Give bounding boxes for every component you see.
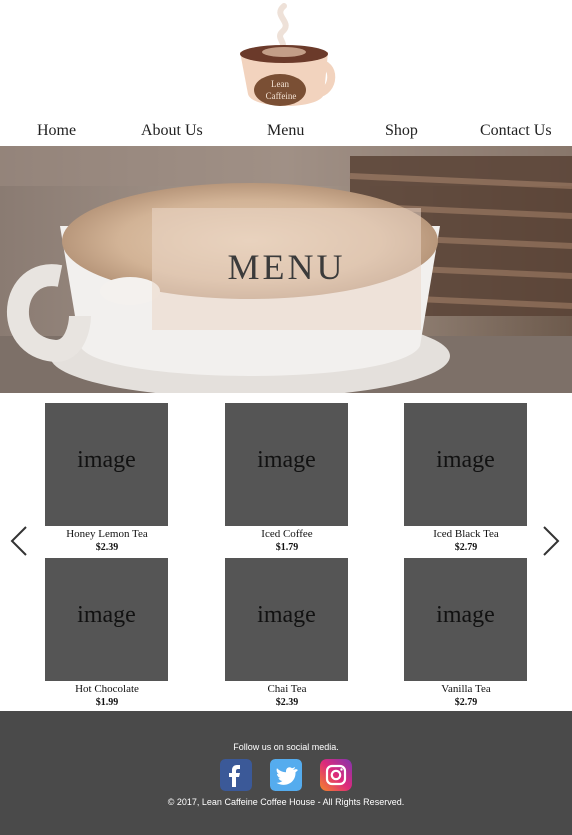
facebook-icon[interactable]: [220, 759, 252, 791]
product-name: Honey Lemon Tea: [66, 528, 148, 540]
hero-title-box: MENU: [152, 208, 421, 330]
product-price: $1.99: [95, 697, 119, 708]
main-nav: Home About Us Menu Shop Contact Us: [0, 122, 572, 146]
nav-menu-link[interactable]: Menu: [267, 122, 304, 140]
product-card[interactable]: image Iced Black Tea $2.79: [404, 403, 528, 554]
image-placeholder-text: image: [436, 447, 495, 473]
logo-text-line1: Lean: [271, 79, 289, 89]
product-image-placeholder[interactable]: image: [225, 558, 348, 681]
product-image-placeholder[interactable]: image: [404, 403, 527, 526]
product-price: $2.39: [275, 697, 299, 708]
twitter-icon[interactable]: [270, 759, 302, 791]
steam-icon: [277, 3, 289, 51]
site-footer: Follow us on social media. © 2017, Lean …: [0, 711, 572, 835]
logo-text-line2: Caffeine: [266, 91, 297, 101]
product-image-placeholder[interactable]: image: [404, 558, 527, 681]
product-price: $2.79: [454, 697, 478, 708]
instagram-icon[interactable]: [320, 759, 352, 791]
hero-banner: MENU: [0, 146, 572, 393]
product-name: Vanilla Tea: [441, 683, 491, 695]
product-image-placeholder[interactable]: image: [225, 403, 348, 526]
product-card[interactable]: image Vanilla Tea $2.79: [404, 558, 528, 709]
nav-about-link[interactable]: About Us: [141, 122, 203, 140]
product-card[interactable]: image Iced Coffee $1.79: [225, 403, 349, 554]
hero-title: MENU: [227, 247, 346, 287]
product-card[interactable]: image Honey Lemon Tea $2.39: [45, 403, 169, 554]
image-placeholder-text: image: [257, 602, 316, 628]
follow-text: Follow us on social media.: [233, 742, 339, 752]
product-name: Hot Chocolate: [75, 683, 139, 695]
image-placeholder-text: image: [257, 447, 316, 473]
chevron-right-icon[interactable]: [540, 523, 562, 559]
product-grid: image Honey Lemon Tea $2.39 image Iced C…: [0, 393, 572, 711]
product-price: $2.79: [454, 542, 478, 553]
product-image-placeholder[interactable]: image: [45, 558, 168, 681]
chevron-left-icon[interactable]: [8, 523, 30, 559]
image-placeholder-text: image: [77, 447, 136, 473]
logo[interactable]: Lean Caffeine: [232, 2, 340, 116]
nav-contact-link[interactable]: Contact Us: [480, 122, 552, 140]
product-card[interactable]: image Hot Chocolate $1.99: [45, 558, 169, 709]
product-price: $1.79: [275, 542, 299, 553]
nav-shop-link[interactable]: Shop: [385, 122, 418, 140]
product-name: Iced Coffee: [261, 528, 313, 540]
copyright-text: © 2017, Lean Caffeine Coffee House - All…: [167, 797, 405, 807]
site-header: Lean Caffeine: [0, 0, 572, 118]
nav-home-link[interactable]: Home: [37, 122, 76, 140]
product-image-placeholder[interactable]: image: [45, 403, 168, 526]
product-name: Chai Tea: [267, 683, 307, 695]
product-name: Iced Black Tea: [433, 528, 499, 540]
product-card[interactable]: image Chai Tea $2.39: [225, 558, 349, 709]
image-placeholder-text: image: [77, 602, 136, 628]
image-placeholder-text: image: [436, 602, 495, 628]
product-price: $2.39: [95, 542, 119, 553]
